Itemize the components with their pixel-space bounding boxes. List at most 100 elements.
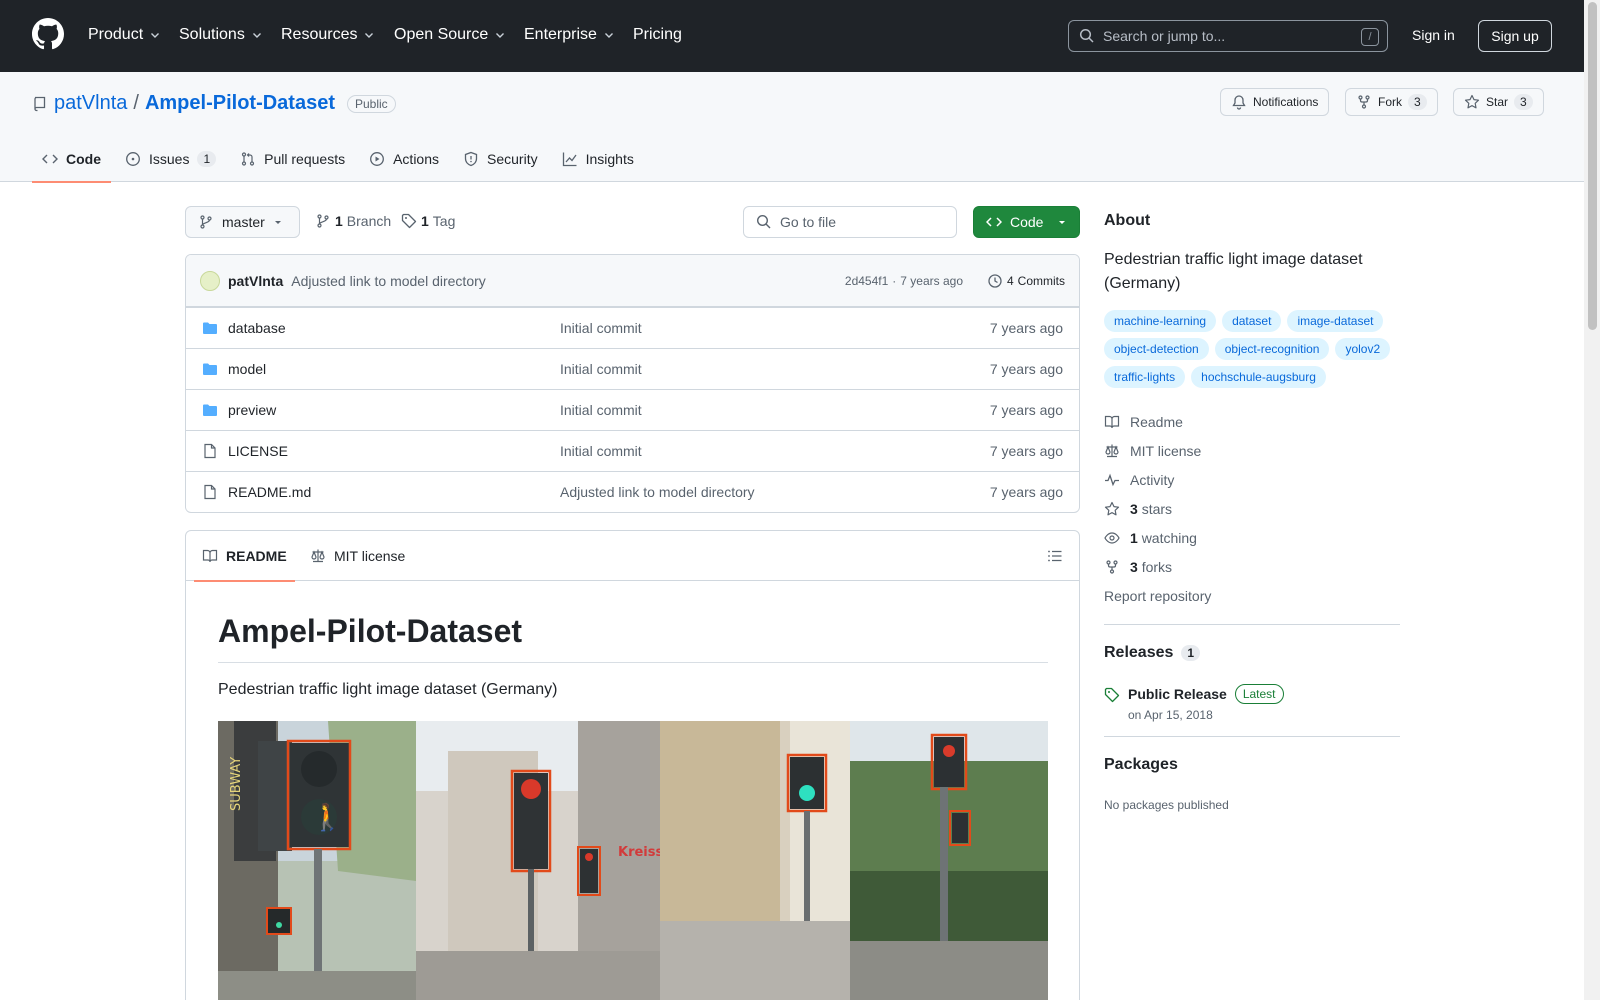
topic-tag[interactable]: yolov2 (1335, 338, 1391, 360)
search-placeholder: Search or jump to... (1103, 28, 1226, 44)
tab-pull-requests[interactable]: Pull requests (230, 136, 355, 182)
book-icon (1104, 414, 1120, 430)
tab-label: Pull requests (264, 151, 346, 167)
file-commit-message[interactable]: Initial commit (560, 443, 642, 459)
file-commit-message[interactable]: Initial commit (560, 402, 642, 418)
tab-insights[interactable]: Insights (552, 136, 644, 182)
file-row-model[interactable]: model Initial commit 7 years ago (186, 348, 1079, 389)
readme-tab-label: README (226, 548, 287, 564)
stars-link[interactable]: 3 stars (1104, 501, 1172, 517)
search-icon (756, 214, 772, 230)
branch-icon (198, 214, 214, 230)
repo-tabs: Code Issues 1 Pull requests Actions Secu… (32, 136, 648, 183)
search-input[interactable]: Search or jump to... / (1068, 20, 1388, 52)
branches-link[interactable]: 1 Branch (315, 213, 391, 229)
readme-panel: README MIT license Ampel-Pilot-Dataset P… (185, 530, 1080, 1000)
forks-link[interactable]: 3 forks (1104, 559, 1172, 575)
topic-tag[interactable]: traffic-lights (1104, 366, 1186, 388)
tags-link[interactable]: 1 Tag (401, 213, 455, 229)
forks-count: 3 (1130, 559, 1138, 575)
nav-pricing[interactable]: Pricing (633, 24, 682, 46)
commits-label: Commits (1017, 273, 1065, 288)
commit-message[interactable]: Adjusted link to model directory (291, 273, 486, 289)
readme-link[interactable]: Readme (1104, 414, 1183, 430)
file-commit-message[interactable]: Adjusted link to model directory (560, 484, 755, 500)
tab-label: Security (487, 151, 538, 167)
fork-count: 3 (1408, 94, 1427, 110)
chevron-down-icon (494, 29, 506, 41)
nav-resources[interactable]: Resources (281, 24, 375, 46)
release-name[interactable]: Public Release (1128, 686, 1227, 702)
file-name[interactable]: README.md (228, 484, 311, 500)
file-name[interactable]: database (228, 320, 286, 336)
github-logo-icon[interactable] (32, 18, 64, 50)
file-commit-message[interactable]: Initial commit (560, 361, 642, 377)
folder-icon (202, 320, 218, 336)
tab-security[interactable]: Security (453, 136, 548, 182)
graph-icon (562, 151, 578, 167)
commit-author[interactable]: patVlnta (228, 273, 283, 289)
report-repository-link[interactable]: Report repository (1104, 588, 1211, 604)
nav-enterprise[interactable]: Enterprise (524, 24, 615, 46)
packages-heading[interactable]: Packages (1104, 756, 1178, 774)
release-item[interactable]: Public Release Latest on Apr 15, 2018 (1104, 684, 1284, 722)
commits-link[interactable]: 4 Commits (987, 273, 1065, 289)
sign-up-button[interactable]: Sign up (1478, 20, 1552, 52)
fork-button[interactable]: Fork 3 (1345, 88, 1438, 116)
activity-link[interactable]: Activity (1104, 472, 1174, 488)
file-row-database[interactable]: database Initial commit 7 years ago (186, 307, 1079, 348)
file-commit-message[interactable]: Initial commit (560, 320, 642, 336)
file-row-preview[interactable]: preview Initial commit 7 years ago (186, 389, 1079, 430)
file-name[interactable]: preview (228, 402, 276, 418)
topic-tag[interactable]: object-detection (1104, 338, 1209, 360)
nav-product[interactable]: Product (88, 24, 161, 46)
star-count: 3 (1514, 94, 1533, 110)
outline-list-icon[interactable] (1047, 548, 1063, 564)
shield-icon (463, 151, 479, 167)
file-name[interactable]: LICENSE (228, 443, 288, 459)
watching-link[interactable]: 1 watching (1104, 530, 1197, 546)
pull-request-icon (240, 151, 256, 167)
tab-label: Actions (393, 151, 440, 167)
nav-open-source[interactable]: Open Source (394, 24, 506, 46)
sign-in-link[interactable]: Sign in (1412, 27, 1455, 43)
license-link[interactable]: MIT license (1104, 443, 1201, 459)
readme-description: Pedestrian traffic light image dataset (… (218, 681, 558, 698)
go-to-file-placeholder: Go to file (780, 214, 837, 230)
tab-code[interactable]: Code (32, 136, 111, 183)
code-button-label: Code (1010, 214, 1044, 230)
issue-icon (125, 151, 141, 167)
go-to-file-input[interactable]: Go to file (743, 206, 957, 238)
repo-icon (32, 96, 48, 112)
code-dropdown-button[interactable]: Code (973, 206, 1080, 238)
avatar[interactable] (200, 270, 220, 291)
topic-tag[interactable]: dataset (1222, 310, 1282, 332)
code-icon (42, 151, 58, 167)
repo-owner-link[interactable]: patVlnta (54, 92, 127, 115)
nav-solutions[interactable]: Solutions (179, 24, 263, 46)
file-browser: patVlnta Adjusted link to model director… (185, 254, 1080, 513)
chevron-down-icon (603, 29, 615, 41)
file-row-license[interactable]: LICENSE Initial commit 7 years ago (186, 430, 1079, 471)
repo-name-link[interactable]: Ampel-Pilot-Dataset (145, 92, 335, 115)
topic-tag[interactable]: hochschule-augsburg (1191, 366, 1326, 388)
readme-tabs: README MIT license (186, 531, 1079, 582)
fork-label: Fork (1378, 95, 1402, 109)
tab-readme[interactable]: README (194, 531, 295, 582)
tab-actions[interactable]: Actions (359, 136, 449, 182)
file-date: 7 years ago (989, 443, 1063, 459)
notifications-button[interactable]: Notifications (1220, 88, 1330, 116)
file-name[interactable]: model (228, 361, 266, 377)
topic-tag[interactable]: image-dataset (1287, 310, 1384, 332)
commit-dot: · (892, 273, 897, 288)
releases-heading[interactable]: Releases 1 (1104, 644, 1201, 662)
tab-license[interactable]: MIT license (310, 531, 405, 581)
star-button[interactable]: Star 3 (1453, 88, 1544, 116)
file-row-readme[interactable]: README.md Adjusted link to model directo… (186, 471, 1079, 512)
tab-issues[interactable]: Issues 1 (115, 136, 226, 182)
commit-hash[interactable]: 2d454f1 (845, 274, 888, 288)
scrollbar-thumb[interactable] (1588, 2, 1597, 330)
topic-tag[interactable]: machine-learning (1104, 310, 1217, 332)
branch-select[interactable]: master (185, 206, 300, 238)
topic-tag[interactable]: object-recognition (1214, 338, 1330, 360)
